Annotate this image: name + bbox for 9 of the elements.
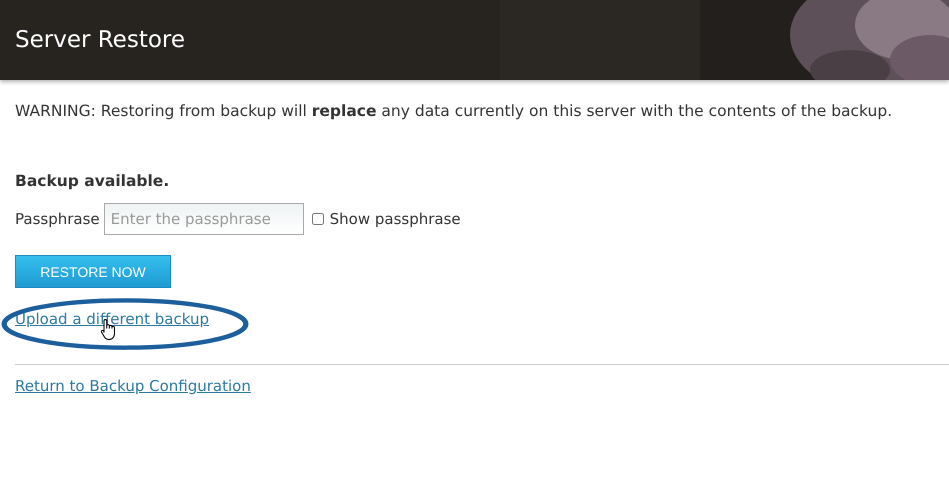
restore-button[interactable]: RESTORE NOW <box>15 255 171 288</box>
passphrase-label: Passphrase <box>15 210 100 228</box>
return-link[interactable]: Return to Backup Configuration <box>15 377 251 395</box>
page-title: Server Restore <box>15 27 186 53</box>
status-text: Backup available. <box>15 172 170 190</box>
warning-text: WARNING: Restoring from backup will replace any data currently on this server with the contents of the backup. <box>15 102 894 120</box>
show-passphrase-checkbox[interactable] <box>312 213 324 225</box>
show-passphrase-label: Show passphrase <box>330 210 461 228</box>
passphrase-field[interactable]: Enter the passphrase <box>104 203 304 235</box>
